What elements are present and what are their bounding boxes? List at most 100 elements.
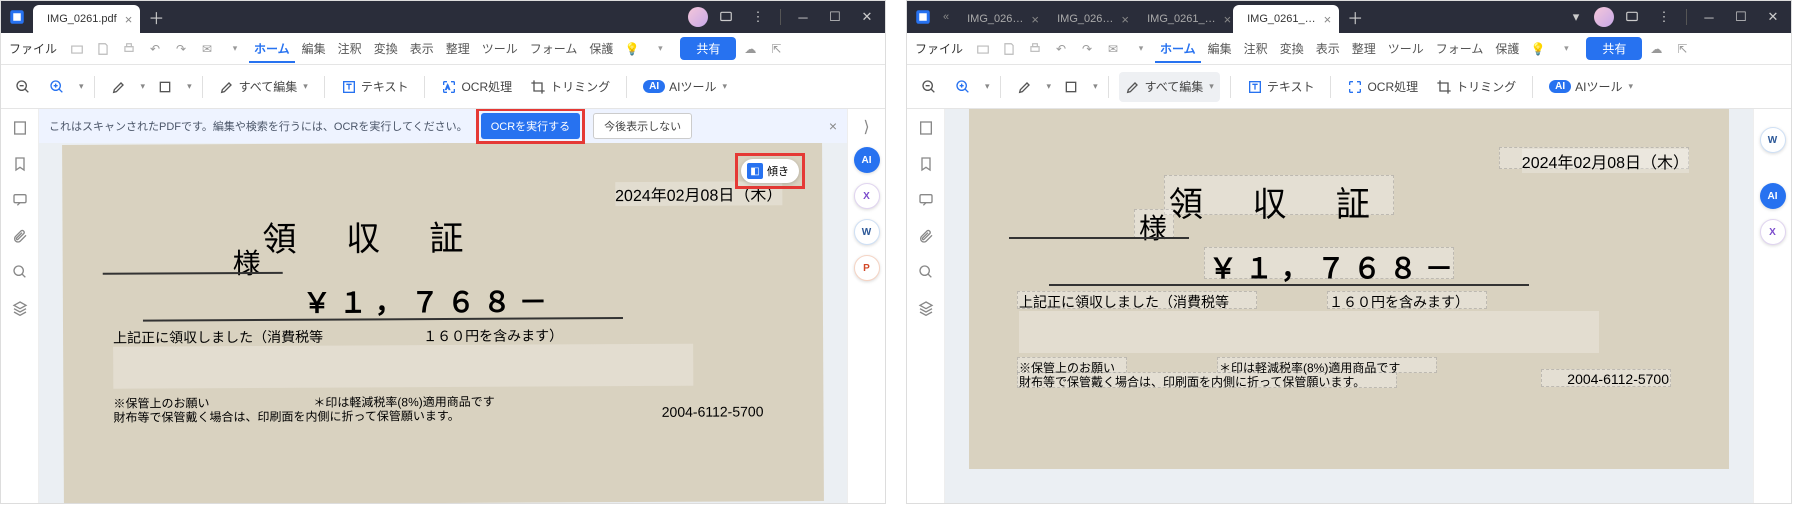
thumbnails-icon[interactable] xyxy=(9,117,31,139)
bookmarks-icon[interactable] xyxy=(915,153,937,175)
menu-edit[interactable]: 編集 xyxy=(1203,40,1237,57)
menu-convert[interactable]: 変換 xyxy=(1275,40,1309,57)
menu-form[interactable]: フォーム xyxy=(525,40,583,57)
print-icon[interactable] xyxy=(117,37,141,61)
layers-icon[interactable] xyxy=(9,297,31,319)
ai-sidebar-button[interactable]: AI xyxy=(1760,183,1786,209)
mail-caret-icon[interactable]: ▾ xyxy=(1129,37,1153,61)
bulb-caret-icon[interactable]: ▾ xyxy=(1554,37,1578,61)
zoom-out-button[interactable] xyxy=(9,72,37,102)
zoom-caret-icon[interactable]: ▾ xyxy=(985,81,990,92)
bulb-caret-icon[interactable]: ▾ xyxy=(648,37,672,61)
ocr-button[interactable]: A OCR処理 xyxy=(435,72,518,102)
document-canvas[interactable]: これはスキャンされたPDFです。編集や検索を行うには、OCRを実行してください。… xyxy=(39,109,847,503)
thumbnails-icon[interactable] xyxy=(915,117,937,139)
undo-icon[interactable]: ↶ xyxy=(143,37,167,61)
menu-annotate[interactable]: 注釈 xyxy=(1239,40,1273,57)
close-window-icon[interactable]: ✕ xyxy=(853,3,881,31)
file-menu[interactable]: ファイル xyxy=(915,40,963,57)
tilt-correction-button[interactable]: ◧ 傾き xyxy=(741,159,799,183)
ppt-sidebar-button[interactable]: P xyxy=(854,255,880,281)
edit-all-button[interactable]: すべて編集 ▾ xyxy=(213,72,314,102)
app-logo-icon[interactable] xyxy=(1,1,33,33)
comment-icon[interactable] xyxy=(1618,3,1646,31)
attachments-icon[interactable] xyxy=(9,225,31,247)
tab-close-icon[interactable]: × xyxy=(1224,12,1232,27)
comments-icon[interactable] xyxy=(9,189,31,211)
ai-tools-button[interactable]: AI AIツール ▾ xyxy=(1543,72,1639,102)
menu-home[interactable]: ホーム xyxy=(1155,40,1201,63)
ocr-banner-close-icon[interactable]: × xyxy=(829,118,837,134)
document-tab-1[interactable]: IMG_026…× xyxy=(953,5,1043,33)
user-avatar[interactable] xyxy=(688,7,708,27)
layers-icon[interactable] xyxy=(915,297,937,319)
menu-organize[interactable]: 整理 xyxy=(1347,40,1381,57)
menu-protect[interactable]: 保護 xyxy=(1490,40,1524,57)
open-icon[interactable] xyxy=(971,37,995,61)
comment-icon[interactable] xyxy=(712,3,740,31)
zoom-in-button[interactable] xyxy=(43,72,71,102)
cloud-icon[interactable]: ☁ xyxy=(1644,37,1668,61)
cloud-icon[interactable]: ☁ xyxy=(738,37,762,61)
expand-icon[interactable]: ⇱ xyxy=(1670,37,1694,61)
tabs-dropdown-icon[interactable]: ▾ xyxy=(1562,3,1590,31)
shape-button[interactable] xyxy=(151,72,179,102)
save-icon[interactable] xyxy=(997,37,1021,61)
search-icon[interactable] xyxy=(915,261,937,283)
menu-protect[interactable]: 保護 xyxy=(584,40,618,57)
document-canvas[interactable]: 2024年02月08日（木） 領 収 証 様 ￥１，７６８－ 上記正に領収しまし… xyxy=(945,109,1753,503)
collapse-right-icon[interactable]: ⟩ xyxy=(863,117,869,137)
shape-caret-icon[interactable]: ▾ xyxy=(187,81,192,92)
file-menu[interactable]: ファイル xyxy=(9,40,57,57)
expand-icon[interactable]: ⇱ xyxy=(764,37,788,61)
comments-icon[interactable] xyxy=(915,189,937,211)
excel-sidebar-button[interactable]: X xyxy=(1760,219,1786,245)
share-button[interactable]: 共有 xyxy=(680,37,736,60)
text-button[interactable]: テキスト xyxy=(335,72,415,102)
document-tab-2[interactable]: IMG_026…× xyxy=(1043,5,1133,33)
attachments-icon[interactable] xyxy=(915,225,937,247)
menu-organize[interactable]: 整理 xyxy=(441,40,475,57)
ai-sidebar-button[interactable]: AI xyxy=(854,147,880,173)
tab-close-icon[interactable]: × xyxy=(125,12,133,27)
zoom-caret-icon[interactable]: ▾ xyxy=(79,81,84,92)
text-button[interactable]: テキスト xyxy=(1241,72,1321,102)
tab-close-icon[interactable]: × xyxy=(1031,12,1039,27)
maximize-icon[interactable]: ☐ xyxy=(1727,3,1755,31)
menu-tools[interactable]: ツール xyxy=(1383,40,1429,57)
hl-caret-icon[interactable]: ▾ xyxy=(141,81,146,92)
mail-caret-icon[interactable]: ▾ xyxy=(223,37,247,61)
menu-view[interactable]: 表示 xyxy=(405,40,439,57)
open-icon[interactable] xyxy=(65,37,89,61)
ocr-run-button[interactable]: OCRを実行する xyxy=(481,113,580,139)
redo-icon[interactable]: ↷ xyxy=(169,37,193,61)
mail-icon[interactable]: ✉ xyxy=(195,37,219,61)
undo-icon[interactable]: ↶ xyxy=(1049,37,1073,61)
zoom-out-button[interactable] xyxy=(915,72,943,102)
excel-sidebar-button[interactable]: X xyxy=(854,183,880,209)
menu-home[interactable]: ホーム xyxy=(249,40,295,63)
app-logo-icon[interactable] xyxy=(907,1,939,33)
mail-icon[interactable]: ✉ xyxy=(1101,37,1125,61)
save-icon[interactable] xyxy=(91,37,115,61)
edit-all-button[interactable]: すべて編集 ▾ xyxy=(1119,72,1220,102)
new-tab-button[interactable]: ＋ xyxy=(148,5,164,29)
menu-edit[interactable]: 編集 xyxy=(297,40,331,57)
highlighter-button[interactable] xyxy=(105,72,133,102)
zoom-in-button[interactable] xyxy=(949,72,977,102)
word-sidebar-button[interactable]: W xyxy=(1760,127,1786,153)
document-tab-4-active[interactable]: IMG_0261_…× xyxy=(1233,5,1339,33)
tab-close-icon[interactable]: × xyxy=(1121,12,1129,27)
tabs-overflow-icon[interactable]: « xyxy=(943,11,949,23)
ocr-button[interactable]: OCR処理 xyxy=(1341,72,1424,102)
hl-caret-icon[interactable]: ▾ xyxy=(1047,81,1052,92)
tab-close-icon[interactable]: × xyxy=(1324,12,1332,27)
more-icon[interactable]: ⋮ xyxy=(1650,3,1678,31)
bookmarks-icon[interactable] xyxy=(9,153,31,175)
new-tab-button[interactable]: ＋ xyxy=(1347,5,1363,29)
close-window-icon[interactable]: ✕ xyxy=(1759,3,1787,31)
menu-form[interactable]: フォーム xyxy=(1431,40,1489,57)
word-sidebar-button[interactable]: W xyxy=(854,219,880,245)
shape-caret-icon[interactable]: ▾ xyxy=(1093,81,1098,92)
shape-button[interactable] xyxy=(1057,72,1085,102)
